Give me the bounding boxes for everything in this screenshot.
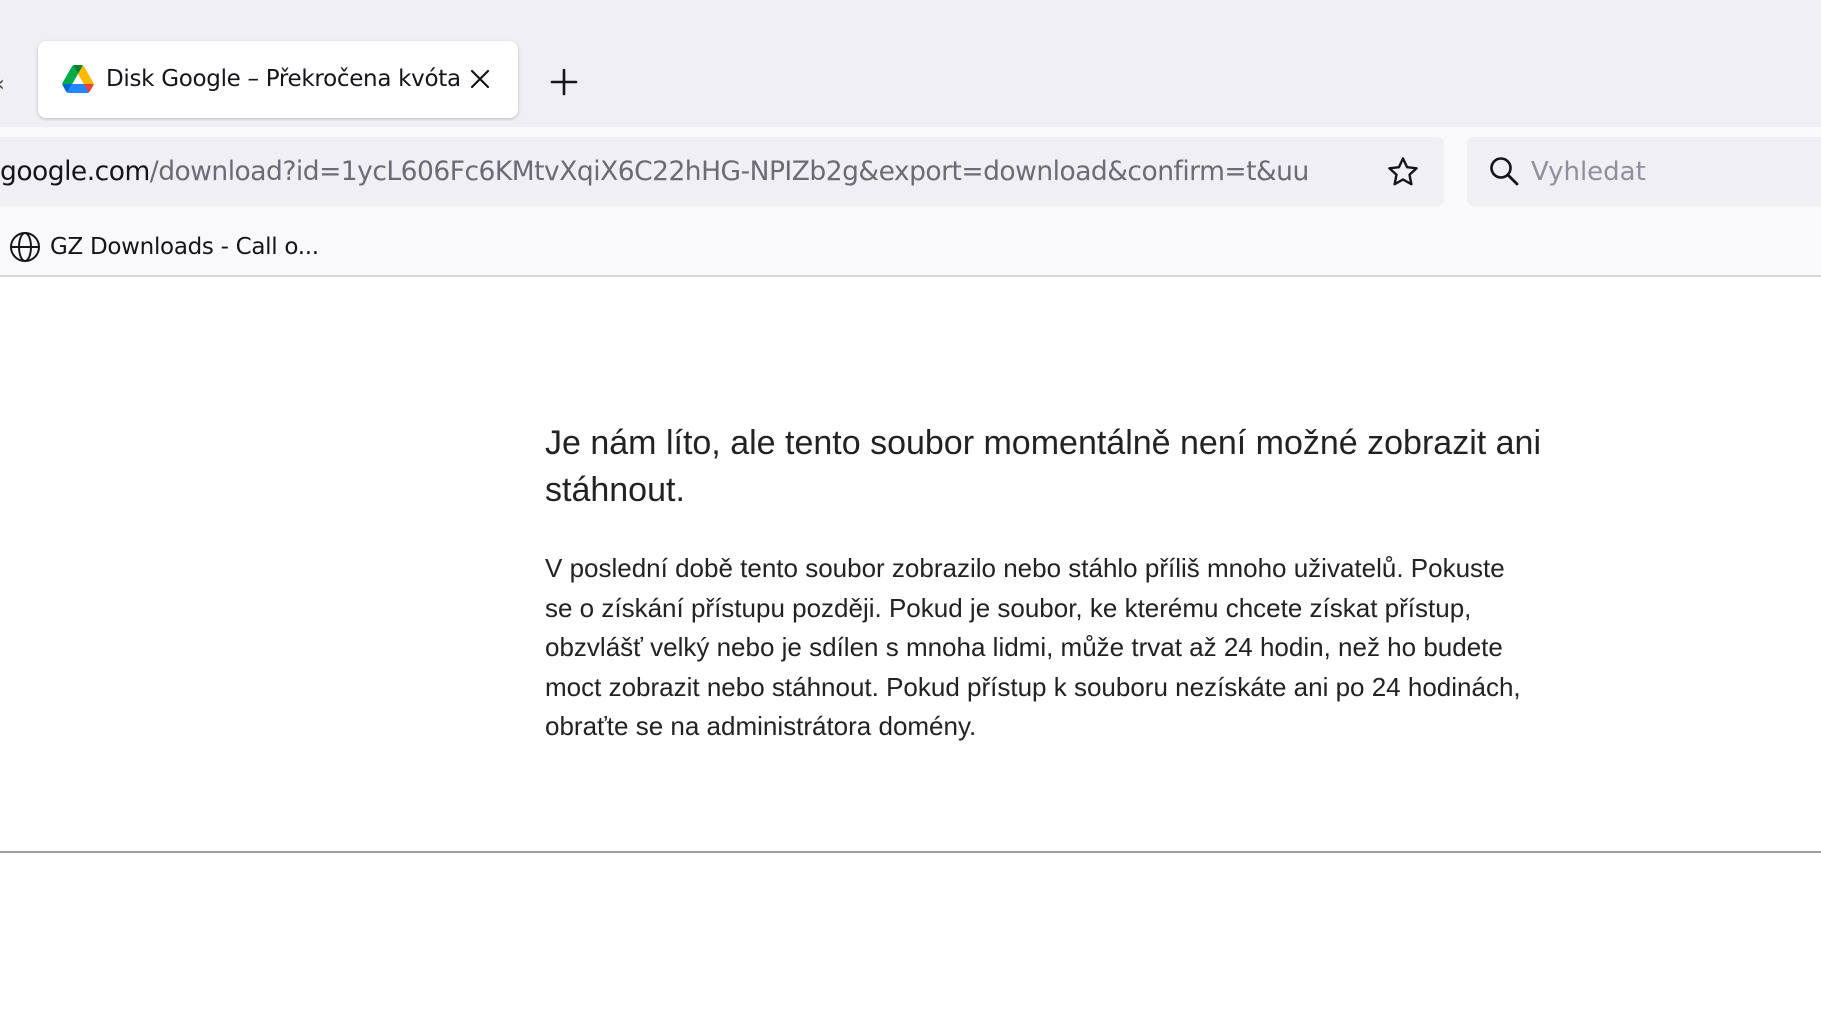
close-icon[interactable] [466, 65, 494, 93]
search-input[interactable] [1531, 137, 1821, 206]
error-heading: Je nám líto, ale tento soubor momentálně… [545, 424, 1542, 509]
search-icon [1490, 157, 1519, 186]
page-divider [0, 851, 1821, 853]
bookmarks-toolbar: GZ Downloads - Call o... [0, 219, 1821, 277]
url-fade [1325, 145, 1365, 198]
error-message: V poslední době tento soubor zobrazilo n… [545, 553, 1521, 741]
bookmark-item[interactable]: GZ Downloads - Call o... [6, 225, 329, 269]
previous-tab-edge-icon[interactable]: ‹ [0, 72, 5, 97]
bookmark-label: GZ Downloads - Call o... [50, 234, 319, 260]
tab-active[interactable]: Disk Google – Překročena kvóta [38, 41, 518, 118]
address-bar[interactable]: google.com/download?id=1ycL606Fc6KMtvXqi… [0, 137, 1444, 206]
plus-icon[interactable] [546, 64, 582, 100]
url-path: /download?id=1ycL606Fc6KMtvXqiX6C22hHG-N… [149, 156, 1310, 187]
tab-strip: ‹ Disk Google – Překročena kvóta [0, 0, 1821, 127]
navigation-bar: google.com/download?id=1ycL606Fc6KMtvXqi… [0, 127, 1821, 219]
star-icon[interactable] [1385, 154, 1421, 190]
search-box[interactable] [1467, 137, 1821, 206]
google-drive-icon [62, 65, 94, 93]
url-text[interactable]: google.com/download?id=1ycL606Fc6KMtvXqi… [0, 137, 1365, 206]
tab-title: Disk Google – Překročena kvóta [106, 66, 461, 92]
globe-icon [10, 232, 40, 262]
page-content: Je nám líto, ale tento soubor momentálně… [0, 277, 1821, 1024]
browser-window: ‹ Disk Google – Překročena kvóta google.… [0, 0, 1821, 1024]
url-domain: google.com [0, 156, 150, 187]
